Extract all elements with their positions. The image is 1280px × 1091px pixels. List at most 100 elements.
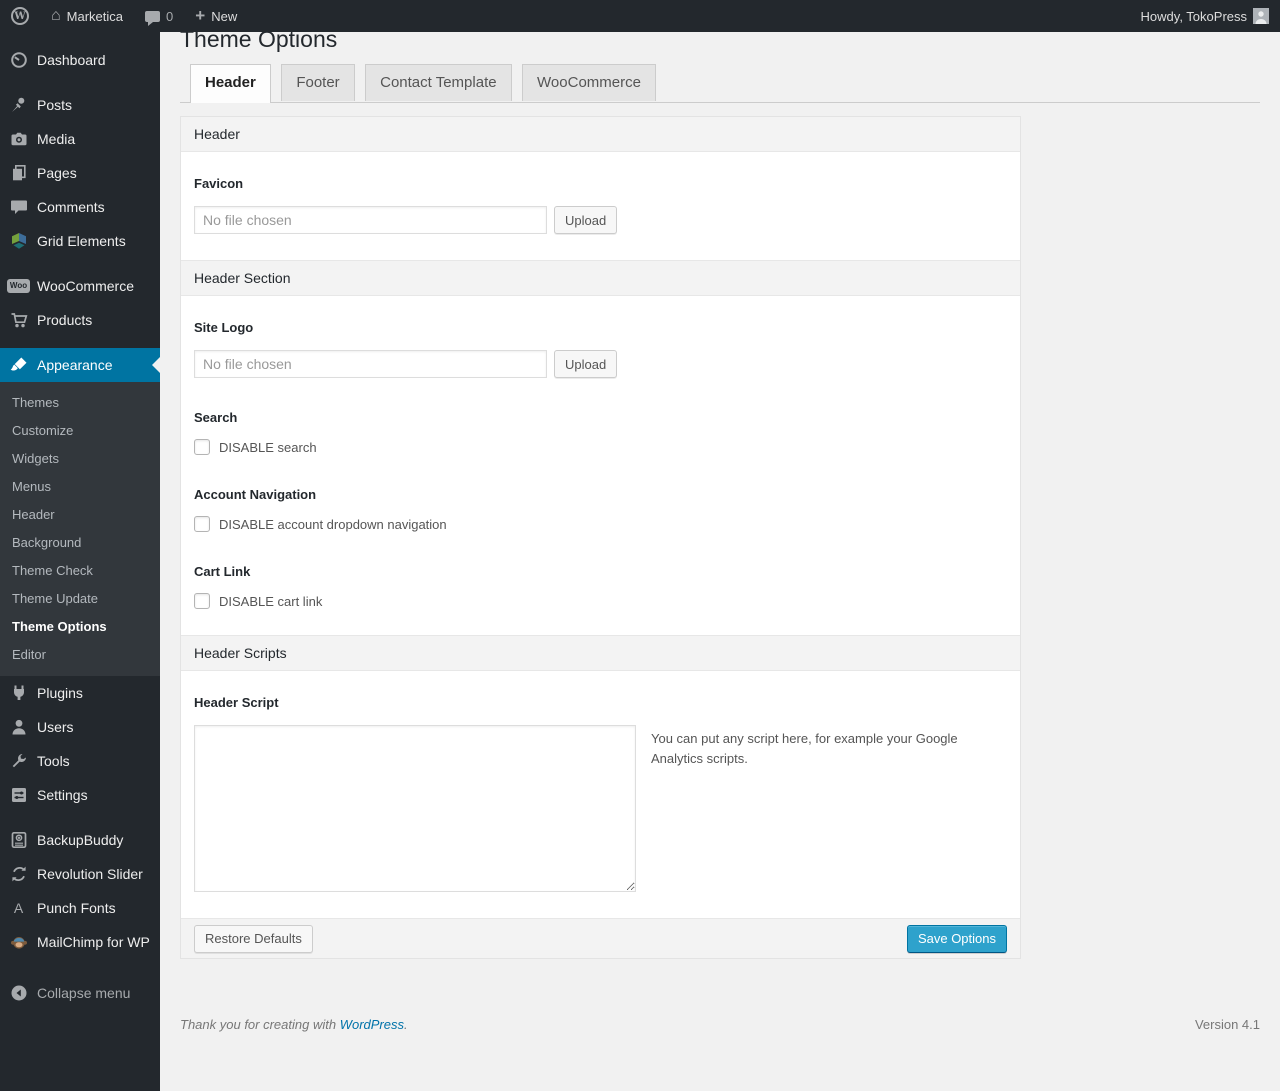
tab-contact-template[interactable]: Contact Template [365, 64, 512, 101]
section-header-body: Favicon Upload [181, 176, 1020, 260]
tab-woocommerce[interactable]: WooCommerce [522, 64, 656, 101]
menu-separator [0, 959, 160, 976]
footer-version: Version 4.1 [1194, 1017, 1260, 1032]
grid-elements-icon [0, 231, 37, 251]
comment-count: 0 [166, 8, 174, 24]
new-label: New [211, 8, 238, 24]
sidebar-subitem-editor[interactable]: Editor [0, 641, 160, 669]
account-menu-link[interactable]: Howdy, TokoPress [1130, 0, 1280, 32]
admin-bar: W ⌂ Marketica 0 + New Howdy, TokoPress [0, 0, 1280, 32]
account-navigation-label: Account Navigation [194, 487, 317, 502]
site-name-label: Marketica [66, 8, 124, 24]
tab-header[interactable]: Header [190, 64, 271, 103]
menu-separator [0, 77, 160, 88]
backup-drive-icon [0, 830, 37, 850]
disable-search-option[interactable]: DISABLE search [194, 439, 1007, 455]
sidebar-item-plugins[interactable]: Plugins [0, 676, 160, 710]
comment-bubble-icon [145, 10, 161, 26]
header-script-textarea[interactable] [194, 725, 636, 892]
appearance-brush-icon [0, 355, 37, 375]
wordpress-menu-button[interactable]: W [0, 0, 40, 32]
restore-defaults-button[interactable]: Restore Defaults [194, 924, 313, 953]
user-icon [0, 717, 37, 737]
plugins-plug-icon [0, 683, 37, 703]
sidebar-item-comments[interactable]: Comments [0, 190, 160, 224]
disable-account-dropdown-checkbox[interactable] [194, 516, 210, 532]
wordpress-link[interactable]: WordPress [340, 1017, 404, 1032]
header-script-label: Header Script [194, 695, 279, 710]
new-content-link[interactable]: + New [184, 0, 248, 32]
sidebar-item-products[interactable]: Products [0, 303, 160, 337]
sidebar-subitem-widgets[interactable]: Widgets [0, 445, 160, 473]
favicon-upload-button[interactable]: Upload [554, 206, 618, 234]
sidebar-subitem-customize[interactable]: Customize [0, 417, 160, 445]
menu-separator [0, 258, 160, 269]
sidebar-item-appearance[interactable]: Appearance [0, 348, 160, 382]
wrench-icon [0, 751, 37, 771]
sidebar-item-posts[interactable]: Posts [0, 88, 160, 122]
sidebar-item-backupbuddy[interactable]: BackupBuddy [0, 823, 160, 857]
disable-cart-link-checkbox[interactable] [194, 593, 210, 609]
comments-link[interactable]: 0 [134, 0, 184, 32]
theme-options-panel: Header Favicon Upload Header Section Sit… [180, 116, 1021, 959]
save-options-button[interactable]: Save Options [906, 924, 1007, 953]
collapse-menu-button[interactable]: Collapse menu [0, 976, 160, 1010]
cart-link-label: Cart Link [194, 564, 251, 579]
section-header-scripts-title: Header Scripts [181, 635, 1020, 671]
site-logo-upload-button[interactable]: Upload [554, 350, 618, 378]
sidebar-item-mailchimp[interactable]: MailChimp for WP [0, 925, 160, 959]
menu-separator [0, 337, 160, 348]
sidebar-item-media[interactable]: Media [0, 122, 160, 156]
admin-footer: Thank you for creating with WordPress. V… [180, 1017, 1260, 1032]
sidebar-item-dashboard[interactable]: Dashboard [0, 43, 160, 77]
sidebar-subitem-theme-options[interactable]: Theme Options [0, 613, 160, 641]
sidebar-item-users[interactable]: Users [0, 710, 160, 744]
panel-action-bar: Restore Defaults Save Options [181, 918, 1020, 958]
refresh-arrows-icon [0, 864, 37, 884]
site-name-link[interactable]: ⌂ Marketica [40, 0, 134, 32]
section-header-section-title: Header Section [181, 260, 1020, 296]
sidebar-item-tools[interactable]: Tools [0, 744, 160, 778]
sidebar-item-pages[interactable]: Pages [0, 156, 160, 190]
section-header-section-body: Site Logo Upload Search DISABLE search A… [181, 320, 1020, 635]
sidebar-subitem-theme-check[interactable]: Theme Check [0, 557, 160, 585]
media-camera-icon [0, 129, 37, 149]
wordpress-logo-icon: W [11, 7, 29, 25]
disable-cart-link-option[interactable]: DISABLE cart link [194, 593, 1007, 609]
howdy-label: Howdy, TokoPress [1140, 8, 1247, 24]
pages-icon [0, 163, 37, 183]
sidebar-item-punch-fonts[interactable]: A Punch Fonts [0, 891, 160, 925]
cart-icon [0, 310, 37, 330]
sidebar-item-woocommerce[interactable]: Woo WooCommerce [0, 269, 160, 303]
collapse-arrow-icon [0, 983, 37, 1003]
tab-bar: Header Footer Contact Template WooCommer… [180, 64, 1260, 103]
mailchimp-monkey-icon [0, 932, 37, 952]
letter-a-icon: A [13, 900, 24, 916]
settings-sliders-icon [0, 785, 37, 805]
sidebar-subitem-theme-update[interactable]: Theme Update [0, 585, 160, 613]
menu-separator [0, 812, 160, 823]
admin-sidebar: Dashboard Posts Media Pages Comments Gri… [0, 32, 160, 1091]
tab-footer[interactable]: Footer [281, 64, 355, 101]
sidebar-item-revolution-slider[interactable]: Revolution Slider [0, 857, 160, 891]
sidebar-subitem-background[interactable]: Background [0, 529, 160, 557]
sidebar-subitem-themes[interactable]: Themes [0, 389, 160, 417]
woocommerce-icon: Woo [6, 279, 31, 293]
favicon-file-input[interactable] [194, 206, 547, 234]
sidebar-item-settings[interactable]: Settings [0, 778, 160, 812]
site-logo-file-input[interactable] [194, 350, 547, 378]
disable-account-dropdown-option[interactable]: DISABLE account dropdown navigation [194, 516, 1007, 532]
home-icon: ⌂ [51, 7, 61, 24]
avatar [1253, 8, 1269, 24]
appearance-submenu: Themes Customize Widgets Menus Header Ba… [0, 382, 160, 676]
sidebar-subitem-header[interactable]: Header [0, 501, 160, 529]
section-header-scripts-body: Header Script You can put any script her… [181, 695, 1020, 918]
search-label: Search [194, 410, 238, 425]
favicon-label: Favicon [194, 176, 244, 191]
dashboard-icon [0, 50, 37, 70]
sidebar-subitem-menus[interactable]: Menus [0, 473, 160, 501]
comments-bubble-icon [0, 197, 37, 217]
sidebar-item-grid-elements[interactable]: Grid Elements [0, 224, 160, 258]
disable-search-checkbox[interactable] [194, 439, 210, 455]
site-logo-label: Site Logo [194, 320, 254, 335]
